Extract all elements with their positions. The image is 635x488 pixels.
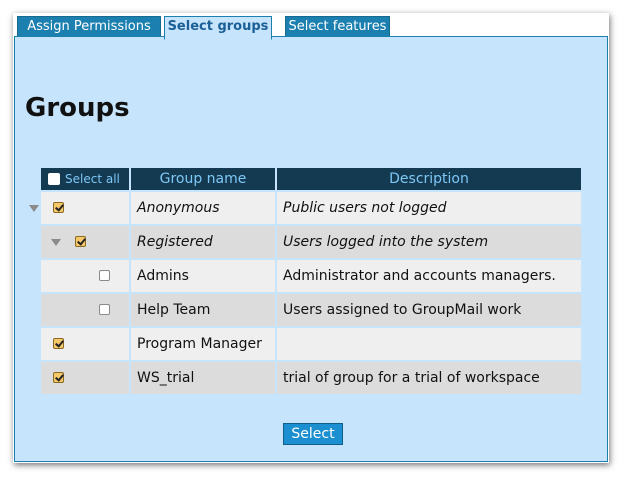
group-name: Help Team: [131, 294, 275, 326]
group-description: Administrator and accounts managers.: [277, 260, 581, 292]
select-all-header: Select all: [41, 168, 129, 190]
group-description: trial of group for a trial of workspace: [277, 362, 581, 394]
row-checkbox-help-team[interactable]: [99, 304, 110, 315]
select-all-label[interactable]: Select all: [65, 172, 120, 186]
table-row: Registered Users logged into the system: [29, 226, 581, 258]
group-name: Registered: [131, 226, 275, 258]
table-row: Help Team Users assigned to GroupMail wo…: [29, 294, 581, 326]
row-checkbox-admins[interactable]: [99, 270, 110, 281]
page-title: Groups: [25, 93, 130, 123]
table-row: Anonymous Public users not logged: [29, 192, 581, 224]
dialog-window: Assign Permissions Select groups Select …: [13, 13, 609, 463]
select-button[interactable]: Select: [283, 423, 343, 445]
table-row: WS_trial trial of group for a trial of w…: [29, 362, 581, 394]
groups-panel: Groups Select all Group name Description: [14, 36, 608, 462]
row-checkbox-anonymous[interactable]: [53, 202, 64, 213]
row-checkbox-registered[interactable]: [75, 236, 86, 247]
row-checkbox-program-manager[interactable]: [53, 338, 64, 349]
tab-assign-permissions[interactable]: Assign Permissions: [17, 16, 161, 36]
groups-table: Select all Group name Description Anonym…: [27, 166, 583, 396]
table-row: Admins Administrator and accounts manage…: [29, 260, 581, 292]
group-description: Public users not logged: [277, 192, 581, 224]
group-name: WS_trial: [131, 362, 275, 394]
tree-toggle[interactable]: [29, 192, 39, 224]
expand-triangle-icon[interactable]: [29, 205, 39, 212]
group-description: [277, 328, 581, 360]
column-header-description: Description: [277, 168, 581, 190]
select-all-checkbox[interactable]: [48, 173, 60, 185]
tab-select-groups[interactable]: Select groups: [164, 16, 272, 40]
group-description: Users logged into the system: [277, 226, 581, 258]
column-header-group-name: Group name: [131, 168, 275, 190]
expand-triangle-icon[interactable]: [51, 239, 61, 246]
group-description: Users assigned to GroupMail work: [277, 294, 581, 326]
tree-header-spacer: [29, 168, 39, 190]
group-name: Admins: [131, 260, 275, 292]
table-row: Program Manager: [29, 328, 581, 360]
row-checkbox-ws-trial[interactable]: [53, 372, 64, 383]
group-name: Anonymous: [131, 192, 275, 224]
group-name: Program Manager: [131, 328, 275, 360]
tab-select-features[interactable]: Select features: [285, 16, 390, 36]
